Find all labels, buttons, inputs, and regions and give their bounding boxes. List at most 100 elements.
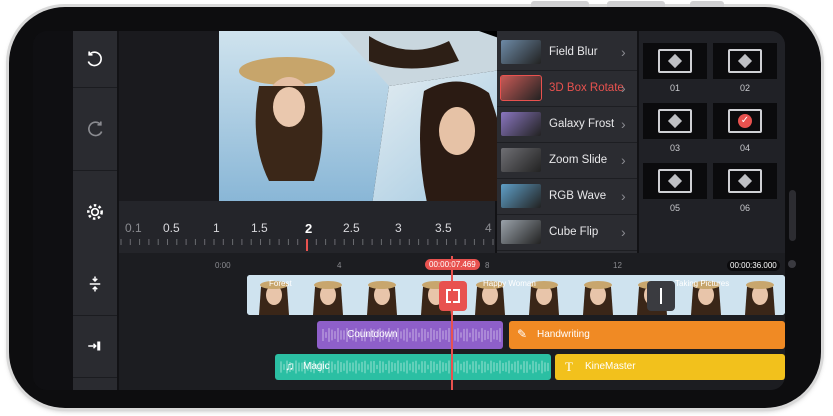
- undo-icon: [87, 51, 102, 67]
- ruler-label: 3: [395, 221, 402, 235]
- preset-number: 06: [739, 203, 750, 213]
- phone-speaker: [789, 190, 796, 241]
- transition-button[interactable]: [647, 281, 675, 311]
- effect-label: Field Blur: [549, 46, 598, 58]
- text-clip-label: Handwriting: [537, 329, 590, 340]
- playhead-time: 00:00:07.469: [425, 259, 480, 270]
- ruler-label: 2.5: [343, 221, 360, 235]
- video-clip-label: Happy Woman: [483, 279, 536, 288]
- timeline-toolbar: [73, 253, 117, 390]
- preset-number: 05: [669, 203, 680, 213]
- pencil-icon: ✎: [517, 327, 528, 341]
- timeline-mark: 4: [337, 261, 342, 270]
- cube-icon: [658, 49, 692, 73]
- preset-cell[interactable]: [643, 163, 707, 199]
- effect-thumbnail: [501, 220, 541, 244]
- text-clip-label: KineMaster: [585, 361, 636, 372]
- ruler-label: 3.5: [435, 221, 452, 235]
- split-button[interactable]: [73, 253, 117, 316]
- preset-number: 02: [739, 83, 750, 93]
- effect-item[interactable]: Field Blur ›: [497, 34, 637, 70]
- ruler-label: 1: [213, 221, 220, 235]
- preset-number: 01: [669, 83, 680, 93]
- undo-button[interactable]: [73, 31, 117, 88]
- timeline-start: 0:00: [215, 261, 231, 270]
- effect-thumbnail: [501, 148, 541, 172]
- phone-top-button: [607, 1, 665, 7]
- audio-clip-label: Countdown: [347, 329, 398, 340]
- chevron-right-icon: ›: [621, 80, 626, 96]
- ruler-indicator: [306, 239, 308, 251]
- ruler-label: 0.5: [163, 221, 180, 235]
- ruler-label-selected: 2: [305, 221, 313, 236]
- preset-cell[interactable]: ✓: [713, 103, 777, 139]
- ruler-label: 4: [485, 221, 492, 235]
- phone-top-button: [690, 1, 724, 7]
- end-time: 00:00:36.000: [727, 260, 780, 271]
- settings-button[interactable]: [73, 170, 117, 254]
- effect-label: RGB Wave: [549, 190, 607, 202]
- text-icon: T: [565, 359, 573, 374]
- cube-icon: [658, 109, 692, 133]
- chevron-right-icon: ›: [621, 152, 626, 168]
- preset-number: 04: [739, 143, 750, 153]
- playhead[interactable]: [451, 256, 453, 390]
- cube-icon: [728, 49, 762, 73]
- effect-label: Galaxy Frost: [549, 118, 615, 130]
- preset-cell[interactable]: [643, 103, 707, 139]
- effect-item[interactable]: Zoom Slide ›: [497, 142, 637, 178]
- effect-thumbnail: [501, 40, 541, 64]
- music-icon: ♫: [285, 359, 294, 373]
- audio-clip-label: Magic: [303, 361, 330, 372]
- effect-item[interactable]: 3D Box Rotate ›: [497, 70, 637, 106]
- phone-camera: [788, 260, 796, 268]
- preset-number: 03: [669, 143, 680, 153]
- effect-item[interactable]: RGB Wave ›: [497, 178, 637, 214]
- chevron-right-icon: ›: [621, 116, 626, 132]
- effect-item[interactable]: Cube Flip ›: [497, 214, 637, 250]
- chevron-right-icon: ›: [621, 224, 626, 240]
- effect-thumbnail: [501, 112, 541, 136]
- cube-icon: [728, 169, 762, 193]
- effect-label: 3D Box Rotate: [549, 82, 624, 94]
- app-screen: 0.1 0.5 1 1.5 2 2.5 3 3.5 4 Field Blur › 3…: [33, 31, 785, 390]
- preset-cell[interactable]: [643, 43, 707, 79]
- jump-end-icon: [88, 341, 101, 351]
- preset-cell[interactable]: [713, 43, 777, 79]
- redo-icon: [88, 120, 103, 136]
- speed-ruler[interactable]: 0.1 0.5 1 1.5 2 2.5 3 3.5 4: [119, 201, 495, 253]
- effect-separator: [497, 250, 637, 251]
- video-clip-label: Forest: [269, 279, 292, 288]
- text-clip[interactable]: ✎ Handwriting: [509, 321, 785, 349]
- effect-item[interactable]: Galaxy Frost ›: [497, 106, 637, 142]
- transition-icon: [660, 288, 662, 304]
- audio-clip[interactable]: Countdown: [317, 321, 503, 349]
- preset-grid: 01 02 03 ✓ 04 05 06: [639, 31, 785, 253]
- timeline-mark: 12: [613, 261, 622, 270]
- split-icon: [89, 276, 101, 292]
- cube-icon: [658, 169, 692, 193]
- left-bezel: [33, 31, 73, 390]
- ruler-label: 1.5: [251, 221, 268, 235]
- chevron-right-icon: ›: [621, 188, 626, 204]
- redo-button[interactable]: [73, 87, 117, 171]
- effects-list: Field Blur › 3D Box Rotate › Galaxy Frost › Zo…: [497, 31, 637, 253]
- phone-top-button: [531, 1, 589, 7]
- transition-icon: [446, 289, 460, 303]
- check-icon: ✓: [728, 109, 762, 133]
- preview-panel: [119, 31, 569, 201]
- jump-end-button[interactable]: [73, 315, 117, 378]
- transition-selected[interactable]: [439, 281, 467, 311]
- text-clip[interactable]: T KineMaster: [555, 354, 785, 380]
- audio-clip[interactable]: ♫ Magic: [275, 354, 551, 380]
- effect-label: Zoom Slide: [549, 154, 608, 166]
- effect-label: Cube Flip: [549, 226, 599, 238]
- preset-cell[interactable]: [713, 163, 777, 199]
- ruler-label: 0.1: [125, 221, 142, 235]
- video-clip-label: Taking Pictures: [675, 279, 730, 288]
- video-track[interactable]: Forest Happy Woman Taking Pictures: [247, 275, 785, 315]
- timeline-mark: 8: [485, 261, 490, 270]
- waveform: [322, 328, 501, 342]
- effect-thumbnail: [500, 75, 542, 101]
- effect-thumbnail: [501, 184, 541, 208]
